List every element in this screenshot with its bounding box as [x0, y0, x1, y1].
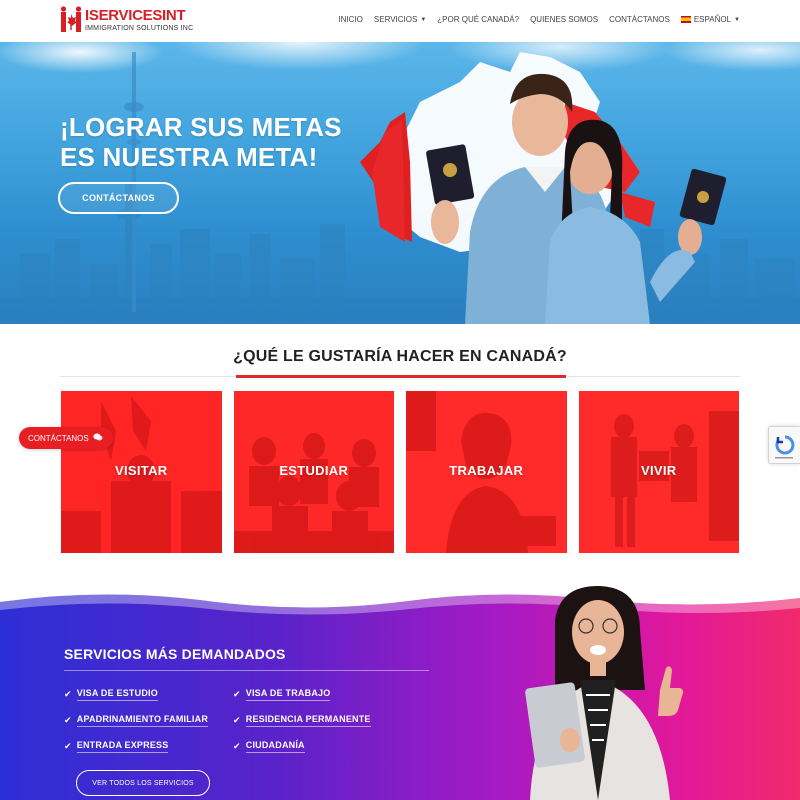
spain-flag-icon: [680, 16, 691, 23]
activity-cards: VISITAR ESTUDIAR TRABAJAR VIVIR: [61, 391, 739, 553]
chevron-down-icon: ▼: [734, 16, 740, 23]
service-ciudadania[interactable]: ✔ CIUDADANÍA: [233, 740, 393, 753]
logo-subtitle: IMMIGRATION SOLUTIONS INC: [85, 25, 194, 32]
service-label: VISA DE ESTUDIO: [76, 688, 158, 701]
card-trabajar[interactable]: TRABAJAR: [406, 391, 567, 553]
hero-title-line: ES NUESTRA META!: [60, 142, 318, 172]
floating-contact-label: CONTÁCTANOS: [28, 433, 89, 443]
woman-with-laptop-image: [525, 585, 684, 800]
nav-label: ESPAÑOL: [693, 15, 732, 24]
service-apadrinamiento[interactable]: ✔ APADRINAMIENTO FAMILIAR: [64, 714, 233, 727]
nav-label: CONTÁCTANOS: [609, 15, 670, 24]
hero-title-line: ¡LOGRAR SUS METAS: [60, 112, 342, 142]
card-label: ESTUDIAR: [279, 463, 349, 478]
nav-item-por-que-canada[interactable]: ¿POR QUÉ CANADÁ?: [437, 15, 519, 24]
service-label: VISA DE TRABAJO: [245, 688, 331, 701]
card-estudiar[interactable]: ESTUDIAR: [233, 391, 394, 553]
view-all-services-button[interactable]: VER TODOS LOS SERVICIOS: [76, 770, 210, 796]
chevron-down-icon: ▼: [420, 16, 427, 23]
site-header: ISERVICESINT IMMIGRATION SOLUTIONS INC I…: [0, 0, 800, 42]
check-icon: ✔: [233, 715, 241, 725]
hero-contact-button[interactable]: CONTÁCTANOS: [58, 182, 179, 214]
logo-brand: ISERVICESINT: [85, 7, 186, 24]
nav-item-language[interactable]: ESPAÑOL ▼: [680, 15, 740, 24]
recaptcha-badge[interactable]: [768, 426, 800, 464]
card-label: TRABAJAR: [449, 463, 524, 478]
services-list: ✔ VISA DE ESTUDIO ✔ VISA DE TRABAJO ✔ APADR…: [64, 688, 394, 753]
section-title: ¿QUÉ LE GUSTARÍA HACER EN CANADÁ?: [233, 348, 567, 365]
section-divider-accent: [236, 375, 566, 378]
nav-label: SERVICIOS: [373, 15, 418, 24]
floating-contact-button[interactable]: CONTÁCTANOS: [19, 427, 113, 449]
card-label: VISITAR: [115, 463, 168, 478]
service-label: RESIDENCIA PERMANENTE: [245, 714, 371, 727]
logo[interactable]: ISERVICESINT IMMIGRATION SOLUTIONS INC: [60, 6, 193, 34]
recaptcha-icon: [775, 435, 795, 459]
check-icon: ✔: [64, 689, 72, 699]
logo-mark-icon: [60, 6, 82, 34]
nav-item-inicio[interactable]: INICIO: [338, 15, 362, 24]
main-nav: INICIO SERVICIOS ▼ ¿POR QUÉ CANADÁ? QUIEN…: [338, 15, 740, 24]
hero-title: ¡LOGRAR SUS METAS ES NUESTRA META!: [60, 112, 342, 172]
check-icon: ✔: [64, 741, 72, 751]
service-visa-estudio[interactable]: ✔ VISA DE ESTUDIO: [64, 688, 233, 701]
check-icon: ✔: [64, 715, 72, 725]
canada-couple-image: [360, 52, 727, 324]
service-residencia[interactable]: ✔ RESIDENCIA PERMANENTE: [233, 714, 393, 727]
nav-label: QUIENES SOMOS: [530, 15, 599, 24]
chat-bubble-icon: [93, 433, 103, 444]
service-label: CIUDADANÍA: [245, 740, 305, 753]
check-icon: ✔: [233, 689, 241, 699]
service-visa-trabajo[interactable]: ✔ VISA DE TRABAJO: [233, 688, 393, 701]
nav-label: ¿POR QUÉ CANADÁ?: [437, 15, 520, 24]
services-section: SERVICIOS MÁS DEMANDADOS ✔ VISA DE ESTUDI…: [0, 580, 800, 800]
nav-item-quienes-somos[interactable]: QUIENES SOMOS: [530, 15, 598, 24]
service-entrada-express[interactable]: ✔ ENTRADA EXPRESS: [64, 740, 233, 753]
card-vivir[interactable]: VIVIR: [578, 391, 739, 553]
card-visitar[interactable]: VISITAR: [61, 391, 222, 553]
service-label: ENTRADA EXPRESS: [76, 740, 169, 753]
services-title: SERVICIOS MÁS DEMANDADOS: [64, 646, 286, 662]
nav-label: INICIO: [338, 15, 363, 24]
check-icon: ✔: [233, 741, 241, 751]
services-divider: [64, 670, 429, 671]
card-label: VIVIR: [641, 463, 677, 478]
hero-banner: ¡LOGRAR SUS METAS ES NUESTRA META! CONTÁ…: [0, 42, 800, 324]
nav-item-contactanos[interactable]: CONTÁCTANOS: [609, 15, 670, 24]
nav-item-servicios[interactable]: SERVICIOS ▼: [374, 15, 426, 24]
service-label: APADRINAMIENTO FAMILIAR: [76, 714, 209, 727]
